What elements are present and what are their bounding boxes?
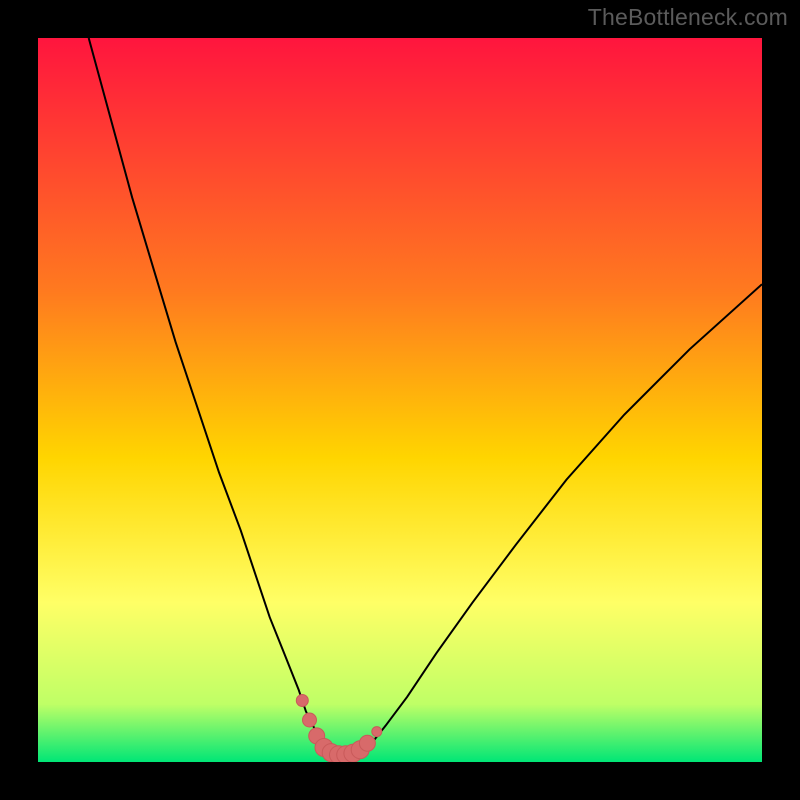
curve-marker <box>296 695 308 707</box>
curve-marker <box>372 727 382 737</box>
plot-area <box>38 38 762 762</box>
watermark-text: TheBottleneck.com <box>588 4 788 31</box>
gradient-background <box>38 38 762 762</box>
bottleneck-chart <box>38 38 762 762</box>
curve-marker <box>303 713 317 727</box>
curve-marker <box>359 735 375 751</box>
chart-frame: TheBottleneck.com <box>0 0 800 800</box>
